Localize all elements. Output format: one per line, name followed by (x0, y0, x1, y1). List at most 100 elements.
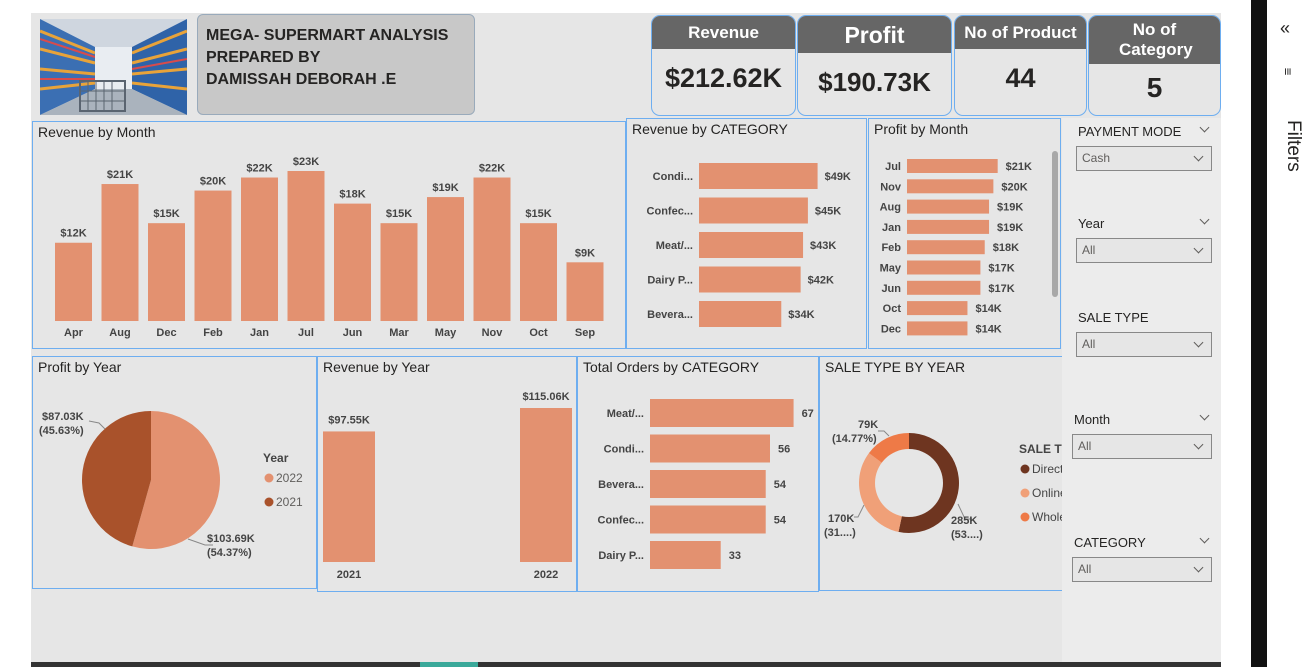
chevron-down-icon[interactable] (1199, 410, 1210, 421)
data-label: $22K (479, 163, 505, 175)
chevron-down-icon[interactable] (1199, 533, 1210, 544)
kpi-value: 44 (1005, 63, 1036, 93)
slicer-label: PAYMENT MODE (1078, 124, 1182, 139)
tick-label: Meat/... (607, 408, 644, 420)
data-label: 170K (828, 513, 854, 525)
bar[interactable] (699, 266, 801, 293)
bar[interactable] (699, 197, 808, 224)
tick-label: May (435, 327, 457, 339)
supermarket-aisle-graphic (40, 19, 187, 115)
chevron-down-icon (1193, 439, 1204, 450)
bar[interactable] (907, 301, 968, 316)
bar[interactable] (148, 223, 185, 321)
tick-label: Jul (885, 161, 901, 173)
tick-label: Jan (882, 222, 901, 234)
leader-line[interactable] (878, 430, 890, 437)
kpi-card-no-of-category[interactable]: No of Category 5 (1088, 15, 1221, 116)
bar[interactable] (907, 159, 998, 173)
bar[interactable] (287, 171, 325, 321)
sale-type-dropdown[interactable]: All (1076, 332, 1212, 357)
data-label: 54 (774, 479, 787, 491)
bar[interactable] (650, 434, 770, 463)
profit-by-year-panel[interactable]: Profit by Year $103.69K (54.37%) $87.03K (4… (32, 356, 317, 589)
data-label: $19K (432, 182, 458, 194)
bar[interactable] (566, 262, 604, 321)
bar[interactable] (101, 184, 139, 321)
tick-label: Dec (881, 323, 901, 335)
filters-pane[interactable]: « ≡ Filters (1267, 0, 1309, 667)
revenue-by-month-panel[interactable]: Revenue by Month $12K Apr $21K Aug $15K Dec $2… (32, 121, 626, 349)
bar[interactable] (427, 197, 464, 321)
bar[interactable] (650, 541, 721, 569)
legend-marker[interactable] (1020, 488, 1030, 498)
kpi-card-profit[interactable]: Profit $190.73K (797, 15, 952, 116)
profit-by-month-panel[interactable]: Profit by Month Jul $21K Nov $20K Aug $19K Jan… (868, 118, 1061, 349)
bottom-scroll-thumb[interactable] (420, 662, 478, 667)
orders-by-category-panel[interactable]: Total Orders by CATEGORY Meat/... 67 Condi… (577, 356, 819, 592)
bar[interactable] (520, 223, 557, 321)
bar[interactable] (907, 260, 981, 275)
bar[interactable] (241, 177, 278, 321)
legend-marker[interactable] (264, 473, 274, 483)
bar[interactable] (699, 163, 818, 189)
revenue-by-month-chart: $12K Apr $21K Aug $15K Dec $20K Feb $22K Jan $23K J… (55, 156, 604, 339)
chevron-down-icon[interactable] (1199, 122, 1210, 133)
double-chevron-left-icon[interactable]: « (1280, 18, 1290, 39)
donut-hole[interactable] (875, 449, 943, 517)
revenue-by-category-panel[interactable]: Revenue by CATEGORY Condi... $49K Confec..… (626, 118, 867, 349)
filters-pane-divider (1251, 0, 1267, 667)
year-dropdown[interactable]: All (1076, 238, 1212, 263)
bar[interactable] (699, 232, 804, 258)
bar[interactable] (323, 431, 375, 562)
category-dropdown[interactable]: All (1072, 557, 1212, 582)
sale-type-by-year-panel[interactable]: SALE TYPE BY YEAR 285K (53....) 170K (31...… (819, 356, 1067, 591)
chevron-down-icon[interactable] (1199, 214, 1210, 225)
bar[interactable] (650, 505, 766, 534)
data-label: $97.55K (328, 414, 370, 426)
revenue-by-year-panel[interactable]: Revenue by Year $97.55K 2021 $115.06K 2022 (317, 356, 577, 592)
month-dropdown[interactable]: All (1072, 434, 1212, 459)
kpi-card-no-of-product[interactable]: No of Product 44 (954, 15, 1087, 116)
data-label: 79K (858, 419, 878, 431)
tick-label: Dec (156, 327, 176, 339)
tick-label: May (880, 263, 902, 275)
legend-item: 2022 (276, 471, 303, 485)
orders-by-category-chart: Meat/... 67 Condi... 56 Bevera... 54 Confec...… (598, 399, 814, 569)
kpi-value: $190.73K (818, 67, 931, 97)
chart-scrollbar[interactable] (1052, 151, 1058, 297)
bar[interactable] (650, 399, 794, 427)
bottom-scroll-track[interactable] (31, 662, 1221, 667)
bar[interactable] (194, 190, 232, 321)
bar[interactable] (907, 179, 994, 194)
bar[interactable] (473, 177, 511, 321)
bar[interactable] (907, 219, 990, 234)
bar[interactable] (650, 470, 766, 498)
legend-marker[interactable] (264, 497, 274, 507)
kpi-card-revenue[interactable]: Revenue $212.62K (651, 15, 796, 116)
bar[interactable] (699, 301, 782, 327)
bar[interactable] (334, 203, 371, 321)
tick-label: Confec... (647, 206, 693, 218)
payment-mode-dropdown[interactable]: Cash (1076, 146, 1212, 171)
prepared-by-label: PREPARED BY (206, 49, 321, 66)
kpi-label: Revenue (652, 16, 795, 49)
legend-marker[interactable] (1020, 464, 1030, 474)
bar[interactable] (907, 199, 990, 214)
tick-label: Aug (880, 202, 901, 214)
tick-label: Bevera... (598, 479, 644, 491)
tick-label: Mar (389, 327, 409, 339)
bar[interactable] (907, 240, 985, 255)
data-label: $15K (386, 208, 412, 220)
bar[interactable] (907, 321, 968, 336)
tick-label: Jan (250, 327, 269, 339)
kpi-label: No of Category (1089, 16, 1220, 64)
legend-marker[interactable] (1020, 512, 1030, 522)
leader-line[interactable] (854, 504, 865, 518)
bar[interactable] (55, 242, 92, 321)
bar[interactable] (380, 223, 418, 321)
tick-label: Sep (575, 327, 595, 339)
leader-line[interactable] (88, 420, 106, 430)
bar[interactable] (520, 408, 572, 562)
bar[interactable] (907, 280, 981, 295)
kpi-value: 5 (1146, 72, 1163, 103)
